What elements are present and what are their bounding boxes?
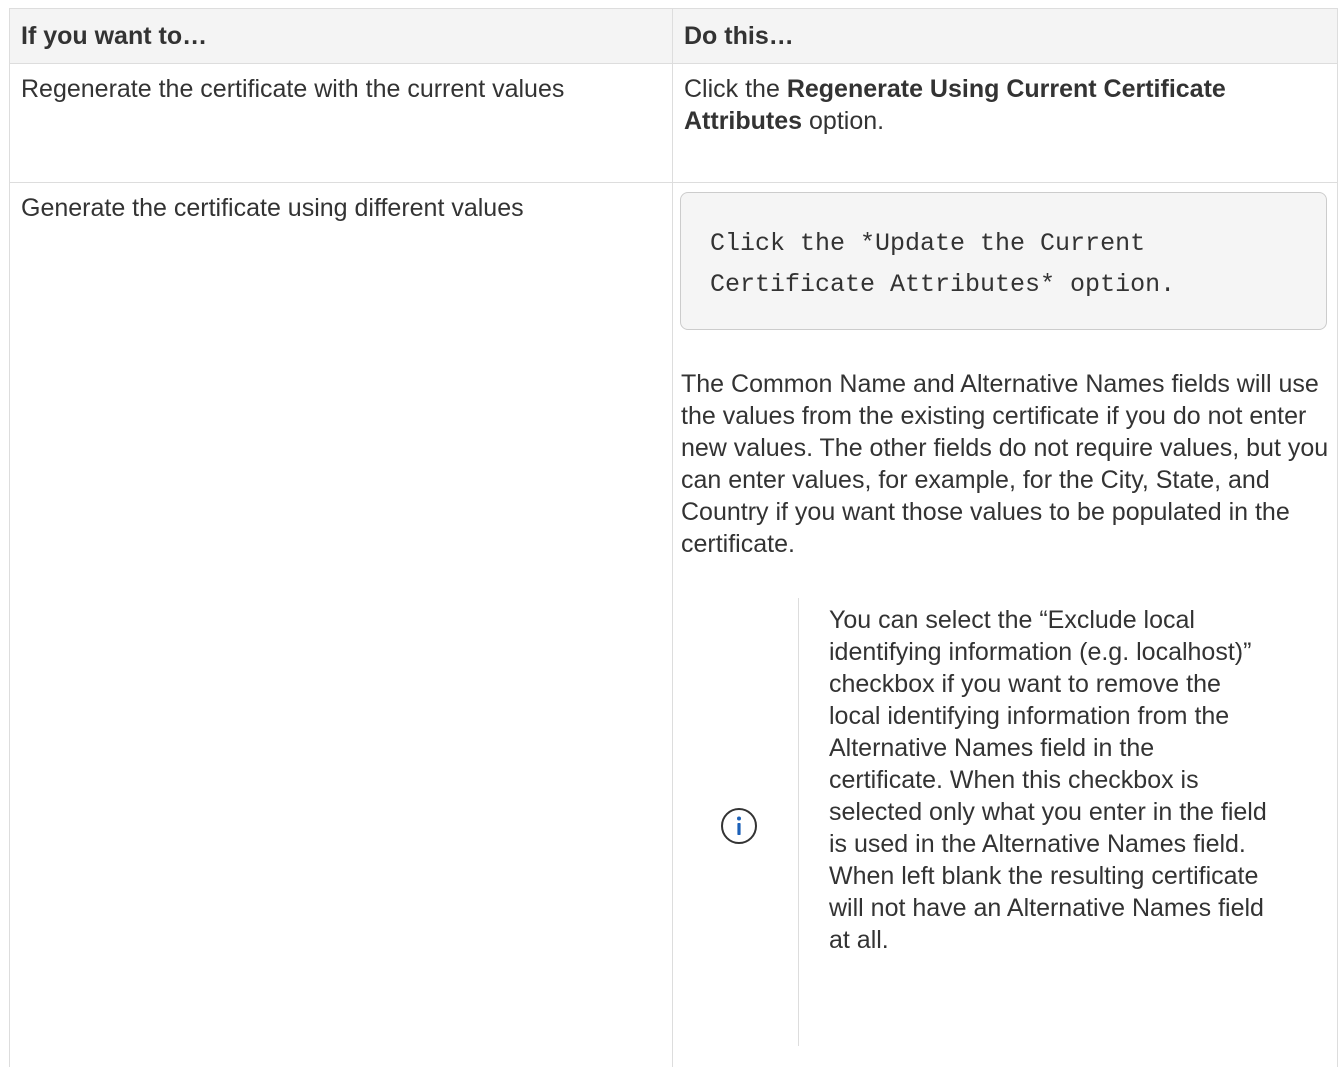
note-text: You can select the “Exclude local identi… bbox=[799, 598, 1269, 1046]
table-row: Generate the certificate using different… bbox=[10, 183, 1338, 1067]
table-header-row: If you want to… Do this… bbox=[10, 9, 1338, 64]
note-admonition: You can select the “Exclude local identi… bbox=[680, 598, 1337, 1046]
cell-do-generate: Click the *Update the Current Certificat… bbox=[673, 183, 1338, 1067]
cell-do-regenerate: Click the Regenerate Using Current Certi… bbox=[673, 64, 1338, 183]
note-icon-column bbox=[680, 598, 799, 1046]
table-row: Regenerate the certificate with the curr… bbox=[10, 64, 1338, 183]
code-block: Click the *Update the Current Certificat… bbox=[680, 192, 1327, 330]
header-do-this: Do this… bbox=[673, 9, 1338, 64]
instruction-suffix: option. bbox=[802, 107, 884, 135]
options-table: If you want to… Do this… Regenerate the … bbox=[9, 8, 1338, 1067]
instruction-prefix: Click the bbox=[684, 75, 787, 103]
header-if-you-want-to: If you want to… bbox=[10, 9, 673, 64]
cell-want-regenerate: Regenerate the certificate with the curr… bbox=[10, 64, 673, 183]
info-icon bbox=[720, 807, 758, 845]
description-paragraph: The Common Name and Alternative Names fi… bbox=[681, 368, 1331, 560]
cell-want-generate: Generate the certificate using different… bbox=[10, 183, 673, 1067]
